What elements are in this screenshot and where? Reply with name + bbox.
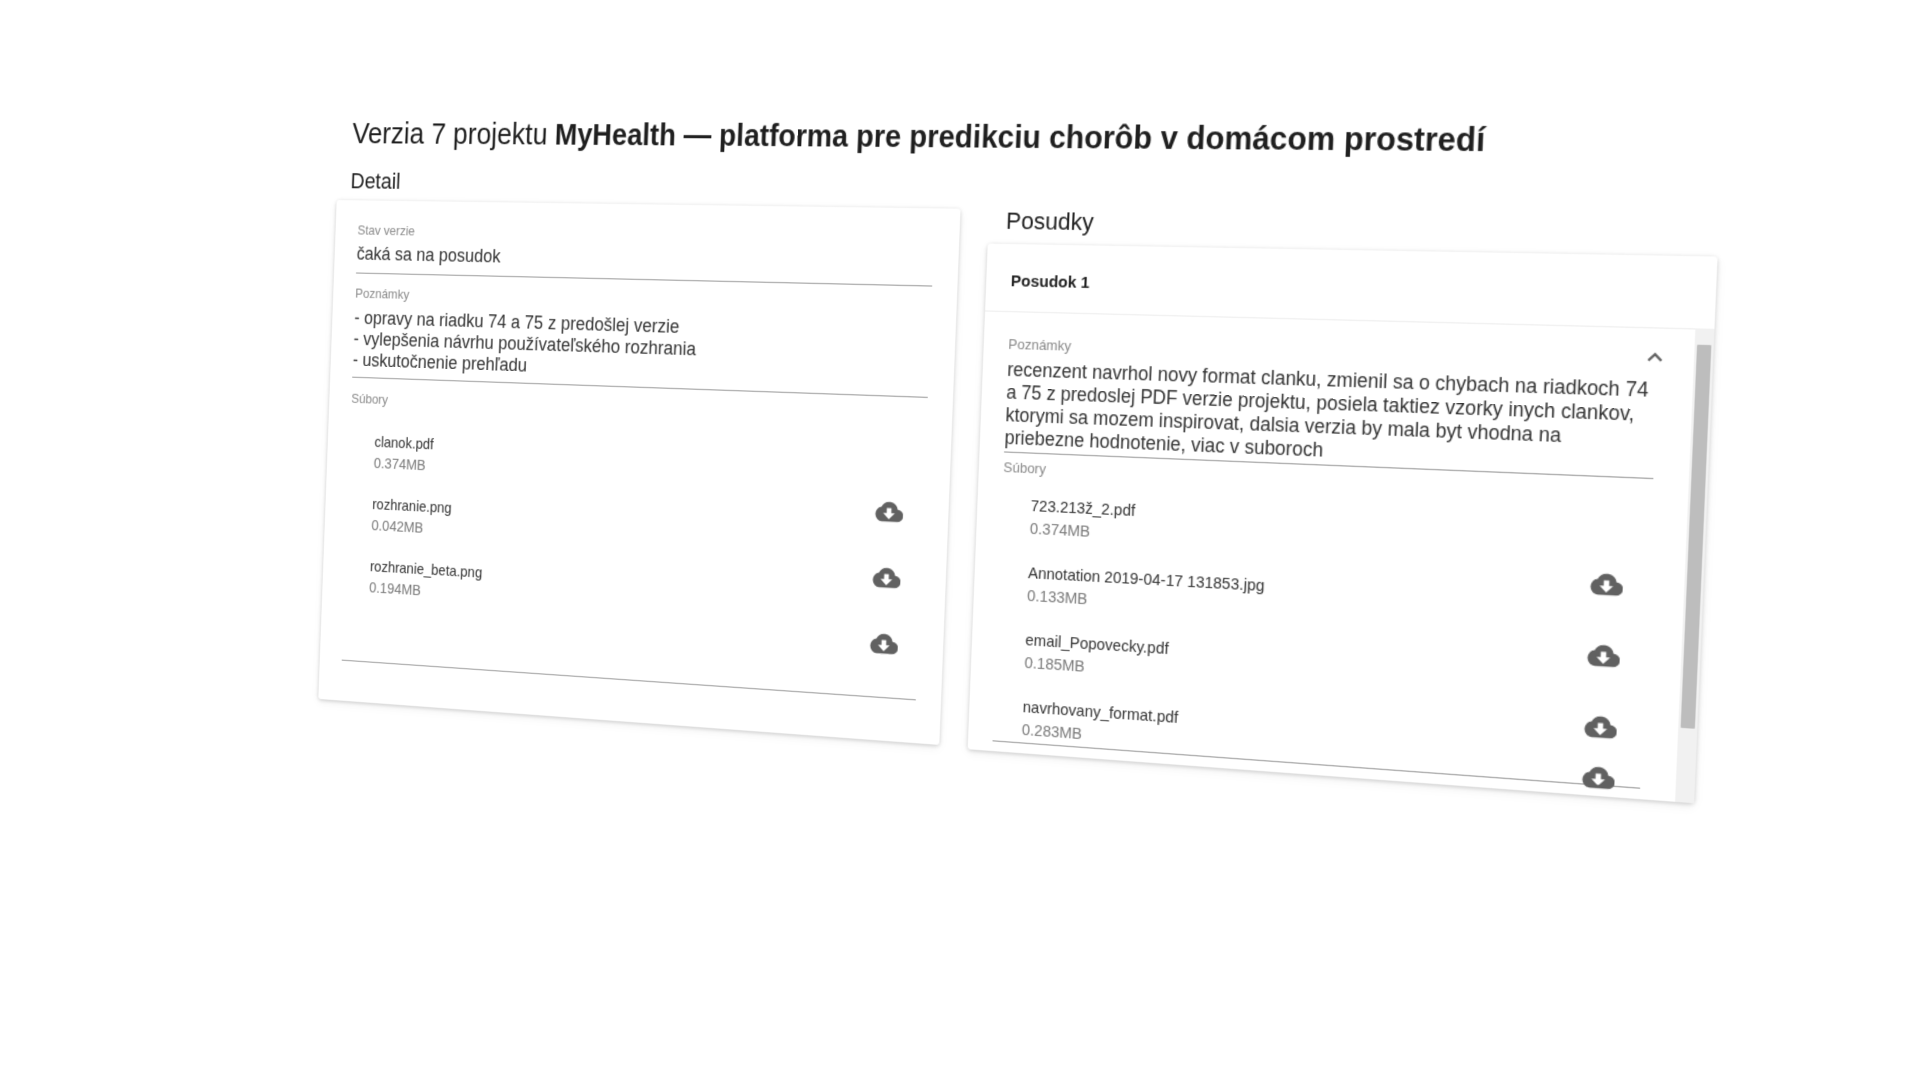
page-title-prefix: Verzia 7 projektu [351,118,549,152]
status-field: Stav verzie čaká sa na posudok [356,222,935,287]
detail-card: Stav verzie čaká sa na posudok Poznámky … [318,200,961,745]
stage: Verzia 7 projektu MyHealth — platforma p… [0,0,1920,1080]
notes-field: Poznámky - opravy na riadku 74 a 75 z pr… [352,285,932,398]
review-notes-field: Poznámky recenzent navrhol novy format c… [1004,335,1659,480]
page-title-project: MyHealth — platforma pre predikciu chorô… [554,118,1486,160]
review-card: Posudok 1 Poznámky recenzent navrhol nov… [967,243,1718,804]
review-files-field: Súbory 723.213ž_2.pdf 0.374MB Annotation… [992,458,1654,792]
files-list: clanok.pdf 0.374MB rozhranie.png 0.042MB… [343,406,926,651]
cloud-download-icon[interactable] [875,499,904,524]
files-field: Súbory clanok.pdf 0.374MB rozhranie.png … [341,390,928,701]
reviews-section-title: Posudky [1005,207,1095,236]
cloud-download-icon[interactable] [869,631,899,656]
review-notes-value: recenzent navrhol novy format clanku, zm… [1004,358,1649,462]
cloud-download-icon[interactable] [1590,571,1624,598]
cloud-download-icon[interactable] [1587,642,1621,669]
cloud-download-icon[interactable] [1581,764,1616,792]
page-plane: Verzia 7 projektu MyHealth — platforma p… [312,110,1750,1000]
review-files-list: 723.213ž_2.pdf 0.374MB Annotation 2019-0… [992,475,1652,806]
detail-section-title: Detail [350,168,401,194]
notes-value: - opravy na riadku 74 a 75 z predošlej v… [352,301,931,391]
page-title: Verzia 7 projektu MyHealth — platforma p… [352,118,1486,160]
review-body: Poznámky recenzent navrhol novy format c… [967,310,1696,802]
review-header[interactable]: Posudok 1 [1010,272,1089,292]
cloud-download-icon[interactable] [1584,713,1618,740]
cloud-download-icon[interactable] [872,565,901,590]
